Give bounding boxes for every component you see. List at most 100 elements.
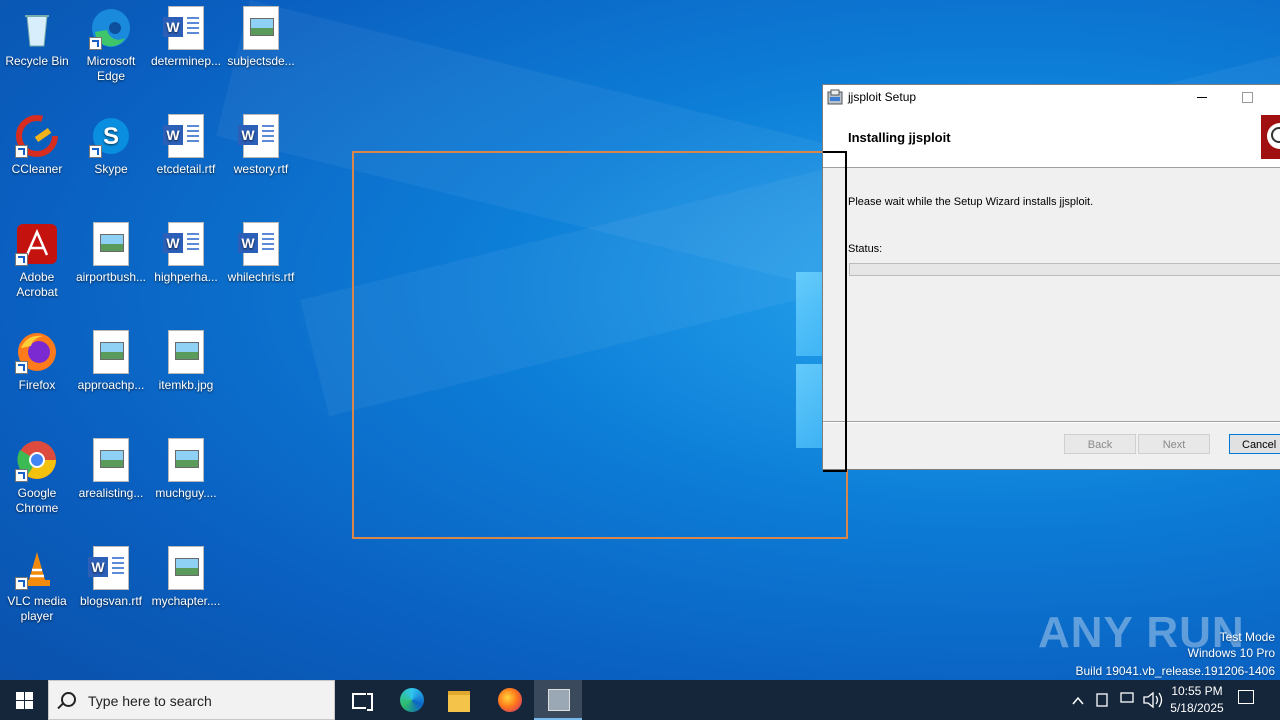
task-view-icon [352, 693, 373, 711]
desktop-icon-highperha[interactable]: Whighperha... [149, 222, 223, 285]
install-progress-bar [849, 263, 1280, 276]
desktop-icon-label: determinep... [150, 54, 222, 68]
desktop-icon-westory-rtf[interactable]: Wwestory.rtf [224, 114, 298, 177]
shortcut-arrow-icon [89, 145, 102, 158]
desktop-icon-mychapter[interactable]: mychapter.... [149, 546, 223, 609]
desktop-icon-label: muchguy.... [155, 486, 217, 500]
desktop: Recycle Bin Microsoft Edge Wdeterminep... s… [0, 0, 1280, 680]
desktop-icon-airportbush[interactable]: airportbush... [74, 222, 148, 285]
folder-icon [448, 691, 470, 712]
image-icon [89, 438, 133, 482]
desktop-icon-label: subjectsde... [227, 54, 295, 68]
watermark-test-mode: Test Mode [1219, 630, 1275, 644]
desktop-icon-label: VLC media player [7, 594, 67, 623]
button-separator [823, 421, 1280, 423]
desktop-icon-label: approachp... [77, 378, 145, 392]
desktop-icon-label: Recycle Bin [5, 54, 69, 68]
taskbar-setup[interactable] [534, 680, 582, 720]
device-icon[interactable] [1096, 693, 1108, 707]
back-button[interactable]: Back [1064, 434, 1136, 454]
volume-icon[interactable] [1143, 691, 1163, 709]
desktop-icon-firefox[interactable]: Firefox [0, 330, 74, 393]
installer-icon [548, 689, 570, 711]
clock-time: 10:55 PM [1171, 684, 1223, 698]
desktop-icon-approachp[interactable]: approachp... [74, 330, 148, 393]
clock-date: 5/18/2025 [1170, 701, 1224, 715]
desktop-icon-adobe-acrobat[interactable]: Adobe Acrobat [0, 222, 74, 300]
title-bar[interactable]: jjsploit Setup [823, 85, 1280, 109]
minimize-button[interactable] [1195, 85, 1209, 109]
desktop-icon-label: mychapter.... [151, 594, 221, 608]
image-icon [164, 546, 208, 590]
recycle-icon [15, 6, 59, 50]
shortcut-arrow-icon [15, 469, 28, 482]
word-icon: W [88, 546, 133, 590]
next-button[interactable]: Next [1138, 434, 1210, 454]
desktop-icon-subjectsde[interactable]: subjectsde... [224, 6, 298, 69]
acrobat-icon [15, 222, 59, 266]
word-icon: W [163, 114, 208, 158]
watermark-edition: Windows 10 Pro [1187, 646, 1275, 660]
vlc-icon [15, 546, 59, 590]
desktop-icon-determinep[interactable]: Wdeterminep... [149, 6, 223, 69]
desktop-icon-label: CCleaner [11, 162, 63, 176]
word-icon: W [163, 6, 208, 50]
desktop-icon-microsoft-edge[interactable]: Microsoft Edge [74, 6, 148, 84]
svg-text:S: S [103, 123, 119, 150]
task-view-button[interactable] [336, 680, 384, 720]
word-icon: W [163, 222, 208, 266]
desktop-icon-label: Microsoft Edge [86, 54, 136, 83]
shortcut-arrow-icon [15, 577, 28, 590]
image-icon [89, 222, 133, 266]
desktop-icon-vlc-media-player[interactable]: VLC media player [0, 546, 74, 624]
word-icon: W [238, 114, 283, 158]
watermark-build: Build 19041.vb_release.191206-1406 [1075, 664, 1276, 678]
desktop-icon-label: arealisting... [78, 486, 144, 500]
desktop-icon-ccleaner[interactable]: CCleaner [0, 114, 74, 177]
desktop-icon-itemkb-jpg[interactable]: itemkb.jpg [149, 330, 223, 393]
desktop-icon-label: Adobe Acrobat [16, 270, 58, 299]
chevron-up-icon[interactable] [1072, 696, 1084, 705]
start-button[interactable] [0, 680, 48, 720]
desktop-icon-etcdetail-rtf[interactable]: Wetcdetail.rtf [149, 114, 223, 177]
desktop-icon-muchguy[interactable]: muchguy.... [149, 438, 223, 501]
install-message: Please wait while the Setup Wizard insta… [848, 196, 1094, 208]
installer-icon [827, 89, 843, 105]
network-icon[interactable] [1120, 692, 1134, 703]
firefox-icon [498, 688, 522, 712]
edge-icon [89, 6, 133, 50]
desktop-icon-arealisting[interactable]: arealisting... [74, 438, 148, 501]
firefox-icon [15, 330, 59, 374]
image-icon [164, 438, 208, 482]
setup-window[interactable]: jjsploit Setup Installing jjsploit Pleas… [822, 84, 1280, 470]
notification-icon[interactable] [1238, 690, 1254, 704]
taskbar-file-explorer[interactable] [435, 680, 483, 720]
clock[interactable]: 10:55 PM 5/18/2025 [1162, 683, 1232, 717]
taskbar-search-box[interactable]: Type here to search [48, 680, 335, 720]
shortcut-arrow-icon [15, 253, 28, 266]
desktop-icon-label: blogsvan.rtf [79, 594, 143, 608]
ccleaner-icon [15, 114, 59, 158]
taskbar-firefox[interactable] [484, 680, 532, 720]
wizard-heading: Installing jjsploit [848, 130, 951, 145]
shortcut-arrow-icon [15, 145, 28, 158]
desktop-icon-blogsvan-rtf[interactable]: Wblogsvan.rtf [74, 546, 148, 609]
desktop-icon-whilechris-rtf[interactable]: Wwhilechris.rtf [224, 222, 298, 285]
image-icon [164, 330, 208, 374]
desktop-icon-skype[interactable]: S Skype [74, 114, 148, 177]
window-drag-outline [823, 151, 847, 472]
desktop-icon-recycle-bin[interactable]: Recycle Bin [0, 6, 74, 69]
desktop-icon-google-chrome[interactable]: Google Chrome [0, 438, 74, 516]
skype-icon: S [89, 114, 133, 158]
windows-start-icon [16, 692, 24, 700]
search-placeholder: Type here to search [88, 693, 212, 709]
desktop-icon-label: itemkb.jpg [158, 378, 214, 392]
selection-rectangle [352, 151, 848, 539]
maximize-button[interactable] [1242, 92, 1253, 103]
shortcut-arrow-icon [89, 37, 102, 50]
taskbar-edge[interactable] [386, 680, 434, 720]
cancel-button[interactable]: Cancel [1229, 434, 1280, 454]
desktop-icon-label: etcdetail.rtf [156, 162, 216, 176]
edge-icon [400, 688, 424, 712]
desktop-icon-label: airportbush... [75, 270, 147, 284]
